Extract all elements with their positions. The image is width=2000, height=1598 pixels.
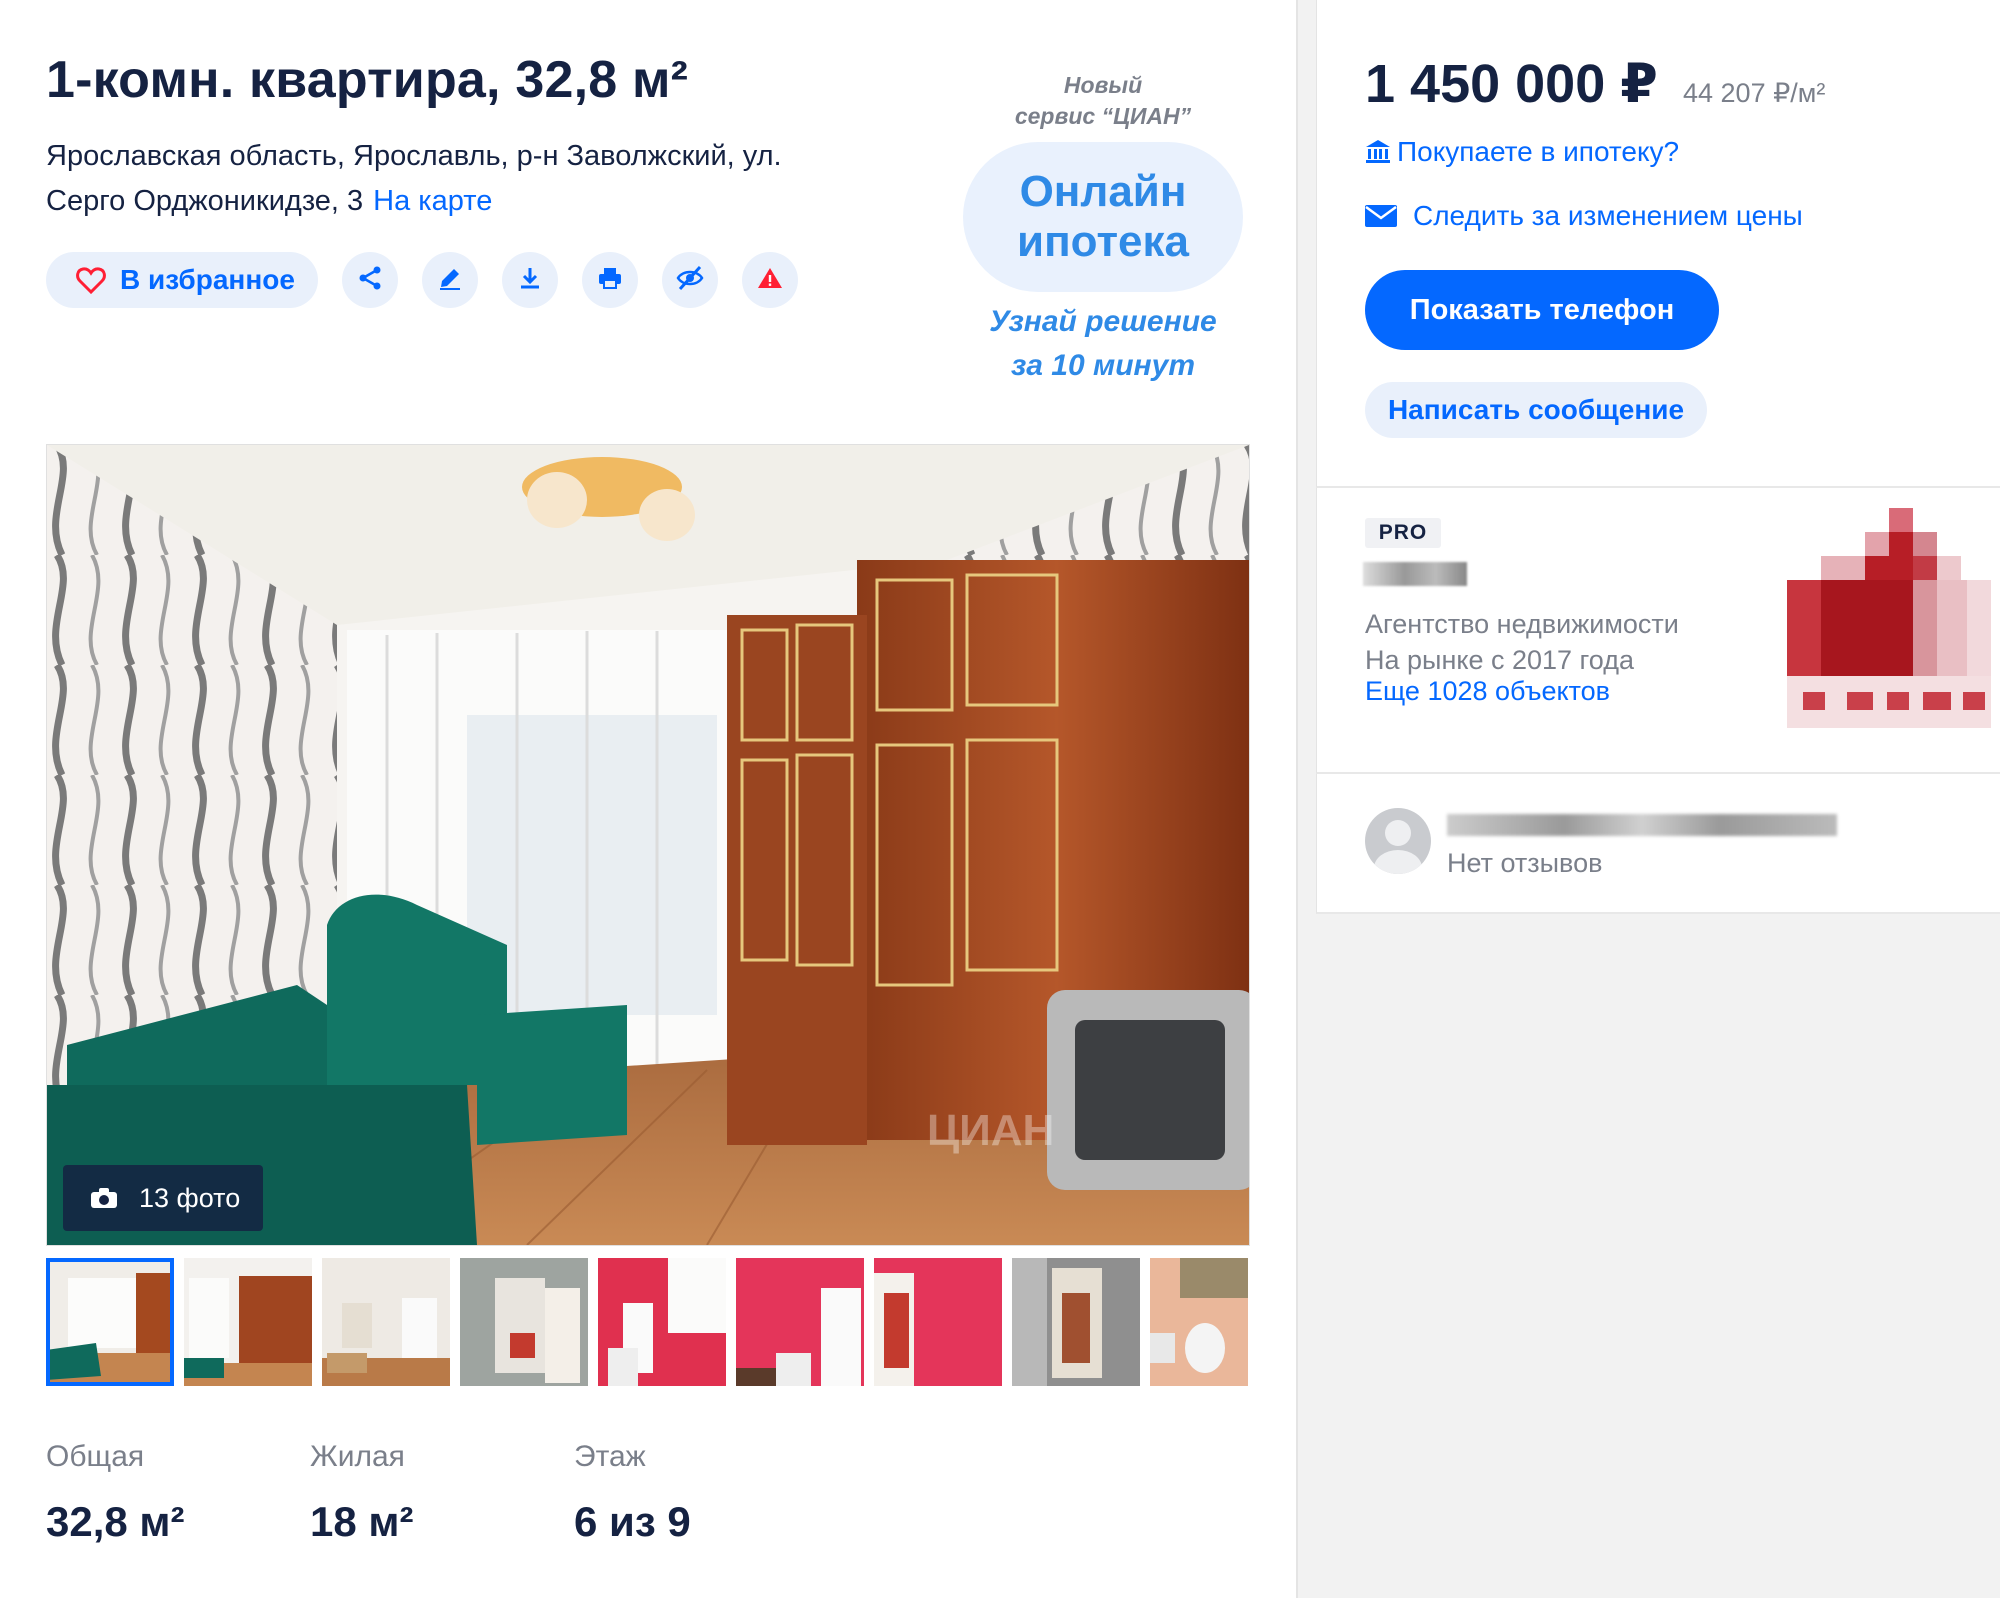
download-icon [517, 265, 543, 296]
stat-total-area: Общая 32,8 м² [46, 1440, 184, 1546]
agency-type: Агентство недвижимости [1365, 609, 1679, 639]
thumbnail-5[interactable] [598, 1258, 726, 1386]
no-reviews-text: Нет отзывов [1447, 848, 1603, 878]
main-photo[interactable]: ЦИАН 13 фото [46, 444, 1250, 1246]
track-price-label: Следить за изменением цены [1413, 200, 1803, 231]
thumbnail-2[interactable] [184, 1258, 312, 1386]
print-button[interactable] [582, 252, 638, 308]
envelope-icon [1365, 205, 1397, 227]
promo-tag1: Узнай решение [989, 305, 1217, 338]
listing-title: 1-комн. квартира, 32,8 м² [46, 51, 689, 109]
favorite-button[interactable]: В избранное [46, 252, 318, 308]
map-link[interactable]: На карте [373, 185, 492, 217]
edit-button[interactable] [422, 252, 478, 308]
more-objects-link[interactable]: Еще 1028 объектов [1365, 676, 1610, 707]
stat-label: Общая [46, 1440, 145, 1473]
agency-since: На рынке с 2017 года [1365, 645, 1634, 675]
room-photo: ЦИАН [47, 445, 1249, 1245]
hide-button[interactable] [662, 252, 718, 308]
price-total: 1 450 000 ₽ [1365, 54, 1658, 114]
thumbnail-8[interactable] [1012, 1258, 1140, 1386]
avatar[interactable] [1365, 808, 1431, 874]
track-price-link[interactable]: Следить за изменением цены [1365, 200, 1803, 232]
agency-name-blurred[interactable] [1363, 562, 1467, 586]
address: Ярославская область, Ярославль, р-н Заво… [46, 134, 866, 224]
promo-tag2: за 10 минут [1010, 349, 1196, 382]
thumbnail-9[interactable] [1150, 1258, 1248, 1386]
write-message-button[interactable]: Написать сообщение [1365, 382, 1707, 438]
listing-main: 1-комн. квартира, 32,8 м² Ярославская об… [0, 0, 1295, 1598]
thumbnail-4[interactable] [460, 1258, 588, 1386]
thumbnail-3[interactable] [322, 1258, 450, 1386]
pro-badge: PRO [1365, 518, 1441, 548]
print-icon [597, 265, 623, 296]
agent-name-blurred[interactable] [1447, 814, 1837, 836]
share-button[interactable] [342, 252, 398, 308]
promo-line2: сервис “ЦИАН” [1014, 103, 1192, 129]
stat-value: 6 из 9 [574, 1498, 691, 1545]
edit-icon [437, 265, 463, 296]
promo-headline2: ипотека [1017, 217, 1189, 266]
stat-label: Жилая [310, 1440, 405, 1473]
online-mortgage-promo[interactable]: Новый сервис “ЦИАН” Онлайн ипотека Узнай… [948, 70, 1258, 390]
thumbnail-1[interactable] [46, 1258, 174, 1386]
stat-label: Этаж [574, 1440, 646, 1473]
agency-logo[interactable] [1787, 508, 1991, 728]
share-icon [357, 265, 383, 296]
photo-count-badge[interactable]: 13 фото [63, 1165, 263, 1231]
agency-info: Агентство недвижимости На рынке с 2017 г… [1365, 606, 1679, 678]
download-button[interactable] [502, 252, 558, 308]
thumbnail-7[interactable] [874, 1258, 1002, 1386]
report-button[interactable] [742, 252, 798, 308]
promo-headline1: Онлайн [1019, 167, 1187, 216]
mortgage-link-label: Покупаете в ипотеку? [1397, 136, 1680, 167]
price-card: 1 450 000 ₽ 44 207 ₽/м² Покупаете в ипот… [1316, 0, 2000, 488]
thumbnail-6[interactable] [736, 1258, 864, 1386]
photo-watermark: ЦИАН [927, 1106, 1054, 1155]
show-phone-button[interactable]: Показать телефон [1365, 270, 1719, 350]
thumbnail-strip [46, 1258, 1248, 1386]
promo-line1: Новый [1063, 72, 1143, 98]
stat-value: 18 м² [310, 1498, 414, 1545]
camera-icon [91, 1188, 117, 1208]
stat-living-area: Жилая 18 м² [310, 1440, 413, 1546]
photo-count: 13 фото [139, 1182, 241, 1213]
price-per-m2: 44 207 ₽/м² [1683, 78, 1826, 108]
promo-headline: Онлайн ипотека [963, 142, 1243, 292]
agent-card: PRO Агентство недвижимости На рынке с 20… [1316, 488, 2000, 774]
bank-icon [1365, 139, 1391, 165]
stat-value: 32,8 м² [46, 1498, 185, 1545]
reviews-card: Нет отзывов [1316, 774, 2000, 914]
stat-floor: Этаж 6 из 9 [574, 1440, 691, 1546]
heart-icon [76, 265, 106, 295]
report-icon [757, 266, 783, 295]
hide-icon [676, 265, 704, 296]
mortgage-link[interactable]: Покупаете в ипотеку? [1365, 136, 1679, 168]
favorite-label: В избранное [120, 264, 295, 295]
